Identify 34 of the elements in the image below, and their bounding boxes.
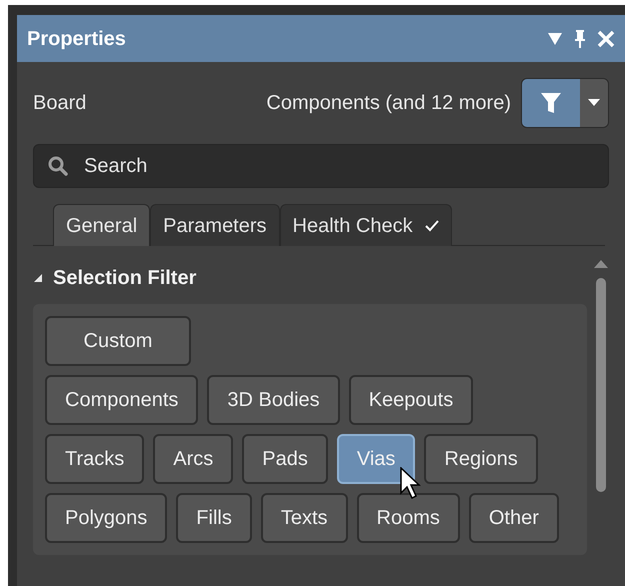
filter-toggle-button[interactable]: Other (468, 493, 559, 543)
filter-toggle-button[interactable]: 3D Bodies (207, 375, 340, 425)
filter-button[interactable] (522, 79, 580, 127)
collapse-triangle-icon (33, 273, 43, 283)
tab[interactable]: Health Check (280, 204, 452, 246)
mouse-cursor-icon (400, 467, 424, 501)
pin-icon[interactable] (573, 28, 587, 48)
filter-toggle-button[interactable]: Polygons (45, 493, 168, 543)
filter-toggle-button[interactable]: Rooms (356, 493, 460, 543)
close-icon[interactable] (597, 30, 615, 48)
filter-toggle-button[interactable]: Custom (45, 316, 191, 366)
dropdown-icon[interactable] (547, 32, 563, 46)
check-icon (424, 220, 439, 232)
filter-toggle-button[interactable]: Pads (242, 434, 328, 484)
caret-icon (588, 99, 600, 107)
filter-toggle-button[interactable]: Fills (176, 493, 252, 543)
tab[interactable]: General (53, 204, 150, 246)
filter-toggle-button[interactable]: Arcs (153, 434, 234, 484)
scroll-up-icon[interactable] (594, 260, 608, 268)
filter-toggle-button[interactable]: Texts (260, 493, 348, 543)
section-header[interactable]: Selection Filter (33, 258, 593, 298)
filter-toggle-button[interactable]: Keepouts (348, 375, 474, 425)
scrollbar-thumb[interactable] (596, 278, 606, 492)
filter-summary: Components (and 12 more) (266, 91, 511, 116)
search-field[interactable]: Search (33, 144, 609, 188)
filter-toggle-button[interactable]: Tracks (45, 434, 144, 484)
funnel-icon (540, 91, 562, 115)
search-icon (47, 155, 69, 177)
tab[interactable]: Parameters (150, 204, 280, 246)
filter-toggle-button[interactable]: Regions (424, 434, 538, 484)
filter-toggle-button[interactable]: Components (45, 375, 198, 425)
board-label: Board (33, 91, 88, 116)
dropdown-button[interactable] (580, 79, 608, 127)
panel-title: Properties (27, 26, 127, 52)
